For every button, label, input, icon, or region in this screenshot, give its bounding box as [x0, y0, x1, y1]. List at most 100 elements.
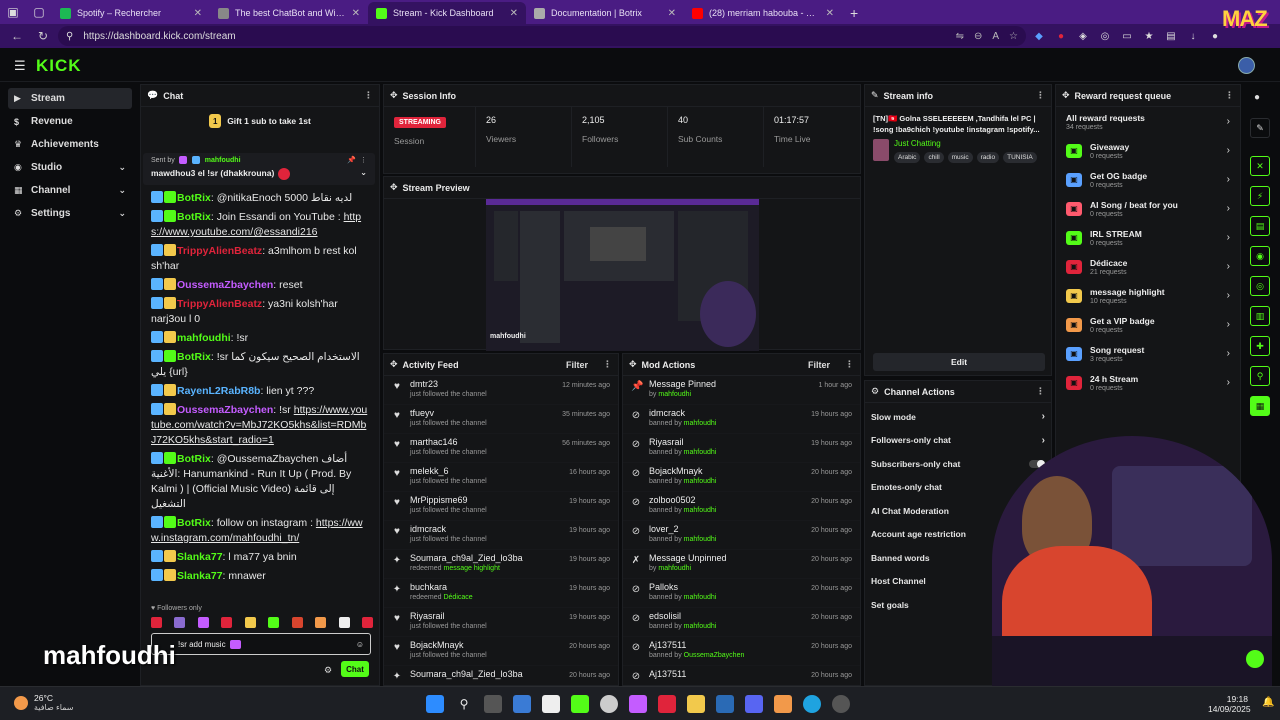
- chat-message[interactable]: BotRix: Join Essandi on YouTube : https:…: [141, 208, 379, 242]
- activity-item[interactable]: ♥ marthac146 just followed the channel 56 m…: [384, 434, 618, 463]
- more-icon[interactable]: ⋮: [360, 156, 367, 164]
- broadcast-icon[interactable]: ◎: [1250, 276, 1270, 296]
- chat-message[interactable]: RayenL2RabR8b: lien yt ???: [141, 382, 379, 401]
- activity-item[interactable]: ✦ buchkara redeemed Dédicace 19 hours ago: [384, 579, 618, 608]
- reward-item[interactable]: ▣ Song request 3 requests ›: [1056, 339, 1240, 368]
- more-icon[interactable]: ⋮: [603, 359, 612, 370]
- activity-username[interactable]: marthac146: [410, 437, 554, 447]
- site-info-icon[interactable]: ⚲: [66, 31, 73, 42]
- chat-message[interactable]: TrippyAlienBeatz: ya3ni kolsh'har narj3o…: [141, 295, 379, 329]
- chevron-right-icon[interactable]: ›: [1227, 377, 1230, 388]
- chevron-right-icon[interactable]: ›: [1227, 319, 1230, 330]
- read-aloud-icon[interactable]: A: [992, 31, 999, 42]
- sidebar-item-achievements[interactable]: ♛ Achievements: [8, 134, 132, 155]
- emote-icon[interactable]: [268, 617, 280, 628]
- profile-icon[interactable]: ▣: [0, 0, 26, 24]
- tag[interactable]: Arabic: [894, 152, 921, 163]
- favorites-icon[interactable]: ★: [1140, 27, 1158, 45]
- reward-item[interactable]: ▣ AI Song / beat for you 0 requests ›: [1056, 194, 1240, 223]
- grid-icon[interactable]: ▦: [1250, 396, 1270, 416]
- channel-action-slow-mode[interactable]: Slow mode ›: [865, 405, 1051, 429]
- edge-icon[interactable]: [803, 695, 821, 713]
- reward-item[interactable]: ▣ IRL STREAM 0 requests ›: [1056, 223, 1240, 252]
- mod-action-name[interactable]: BojackMnayk: [649, 466, 803, 476]
- mod-action-item[interactable]: ⊘ Riyasrail banned by mahfoudhi 19 hours ag…: [623, 434, 860, 463]
- filter-button[interactable]: Filter: [566, 360, 588, 370]
- category-name[interactable]: Just Chatting: [894, 139, 1037, 148]
- more-icon[interactable]: ⋮: [1225, 90, 1234, 101]
- sidebar-item-studio[interactable]: ◉ Studio ⌄: [8, 157, 132, 178]
- activity-username[interactable]: buchkara: [410, 582, 561, 592]
- chat-bubble-icon[interactable]: ◉: [1250, 246, 1270, 266]
- activity-item[interactable]: ♥ melekk_6 just followed the channel 16 hou…: [384, 463, 618, 492]
- chevron-down-icon[interactable]: ⌄: [360, 168, 367, 180]
- emote-icon[interactable]: [291, 617, 303, 628]
- app-icon[interactable]: [716, 695, 734, 713]
- mod-action-item[interactable]: ⊘ Aj137511 20 hours ago: [623, 666, 860, 685]
- printer-icon[interactable]: ▥: [1250, 306, 1270, 326]
- tag[interactable]: radio: [976, 152, 1000, 163]
- tab[interactable]: (28) merriam habouba - YouTube ✕: [684, 2, 842, 24]
- chevron-right-icon[interactable]: ›: [1227, 116, 1230, 127]
- emote-icon[interactable]: [221, 617, 233, 628]
- activity-item[interactable]: ♥ MrPippisme69 just followed the channel 19…: [384, 492, 618, 521]
- chevron-right-icon[interactable]: ›: [1227, 232, 1230, 243]
- activity-item[interactable]: ♥ idmcrack just followed the channel 19 hou…: [384, 521, 618, 550]
- chat-send-button[interactable]: Chat: [341, 661, 369, 677]
- activity-item[interactable]: ♥ dmtr23 just followed the channel 12 minut…: [384, 376, 618, 405]
- sidebar-item-stream[interactable]: ▶ Stream: [8, 88, 132, 109]
- chat-input-box[interactable]: !sr add music ☺: [151, 633, 371, 655]
- activity-username[interactable]: Soumara_ch9al_Zied_lo3ba: [410, 553, 561, 563]
- chat-username[interactable]: mahfoudhi: [177, 332, 231, 344]
- close-icon[interactable]: ✕: [352, 8, 360, 19]
- channel-action-followers-only-chat[interactable]: Followers-only chat ›: [865, 429, 1051, 453]
- chat-message[interactable]: BotRix: @OussemaZbaychen أضاف الأغنية: H…: [141, 450, 379, 514]
- mod-action-item[interactable]: ⊘ Palloks banned by mahfoudhi 20 hours ago: [623, 579, 860, 608]
- tab[interactable]: The best ChatBot and Widge ✕: [210, 2, 368, 24]
- close-icon[interactable]: ✕: [668, 8, 676, 19]
- sidebar-item-channel[interactable]: ▦ Channel ⌄: [8, 180, 132, 201]
- back-icon[interactable]: ←: [6, 26, 28, 46]
- chat-message[interactable]: BotRix: follow on instagram : https://ww…: [141, 514, 379, 548]
- mod-action-name[interactable]: Aj137511: [649, 669, 803, 679]
- reward-item[interactable]: ▣ Get OG badge 0 requests ›: [1056, 165, 1240, 194]
- reward-item[interactable]: All reward requests 34 requests ›: [1056, 107, 1240, 136]
- extension-icon[interactable]: ◆: [1030, 27, 1048, 45]
- menu-icon[interactable]: ☰: [14, 58, 26, 74]
- app-icon[interactable]: [629, 695, 647, 713]
- chat-message[interactable]: TrippyAlienBeatz: a3mlhom b rest kol sh'…: [141, 242, 379, 276]
- mod-action-moderator[interactable]: mahfoudhi: [684, 623, 717, 630]
- tab[interactable]: Spotify – Rechercher ✕: [52, 2, 210, 24]
- activity-username[interactable]: tfueyv: [410, 408, 554, 418]
- extension-icon[interactable]: ◎: [1096, 27, 1114, 45]
- mod-action-moderator[interactable]: mahfoudhi: [684, 507, 717, 514]
- more-icon[interactable]: ⋮: [1036, 90, 1045, 101]
- reward-item[interactable]: ▣ message highlight 10 requests ›: [1056, 281, 1240, 310]
- chat-username[interactable]: Slanka77: [177, 570, 223, 582]
- search-icon[interactable]: ⚲: [455, 695, 473, 713]
- chat-settings-icon[interactable]: ⚙: [324, 665, 332, 676]
- pinned-message[interactable]: Sent by mahfoudhi 📌 ⋮ mawdhou3 el !sr (d…: [143, 153, 375, 185]
- chat-username[interactable]: OussemaZbaychen: [177, 279, 273, 291]
- chat-username[interactable]: Slanka77: [177, 551, 223, 563]
- chat-username[interactable]: BotRix: [177, 351, 211, 363]
- kick-logo[interactable]: KICK: [36, 56, 82, 76]
- mod-action-moderator[interactable]: mahfoudhi: [684, 594, 717, 601]
- chevron-right-icon[interactable]: ›: [1227, 290, 1230, 301]
- reward-item[interactable]: ▣ Giveaway 0 requests ›: [1056, 136, 1240, 165]
- mod-action-moderator[interactable]: mahfoudhi: [658, 565, 691, 572]
- app-icon[interactable]: [542, 695, 560, 713]
- activity-username[interactable]: Riyasrail: [410, 611, 561, 621]
- mod-action-moderator[interactable]: mahfoudhi: [684, 536, 717, 543]
- chat-username[interactable]: RayenL2RabR8b: [177, 385, 260, 397]
- clipboard-icon[interactable]: ▤: [1250, 216, 1270, 236]
- chat-username[interactable]: BotRix: [177, 517, 211, 529]
- emote-icon[interactable]: [361, 617, 373, 628]
- emote-icon[interactable]: [315, 617, 327, 628]
- activity-item[interactable]: ♥ tfueyv just followed the channel 35 minut…: [384, 405, 618, 434]
- mod-action-name[interactable]: edsolisil: [649, 611, 803, 621]
- tab[interactable]: Documentation | Botrix ✕: [526, 2, 684, 24]
- chat-message[interactable]: BotRix: @nitikaEnoch 5000 لديه نقاط: [141, 189, 379, 208]
- translate-icon[interactable]: ⇋: [956, 31, 964, 42]
- downloads-icon[interactable]: ↓: [1184, 27, 1202, 45]
